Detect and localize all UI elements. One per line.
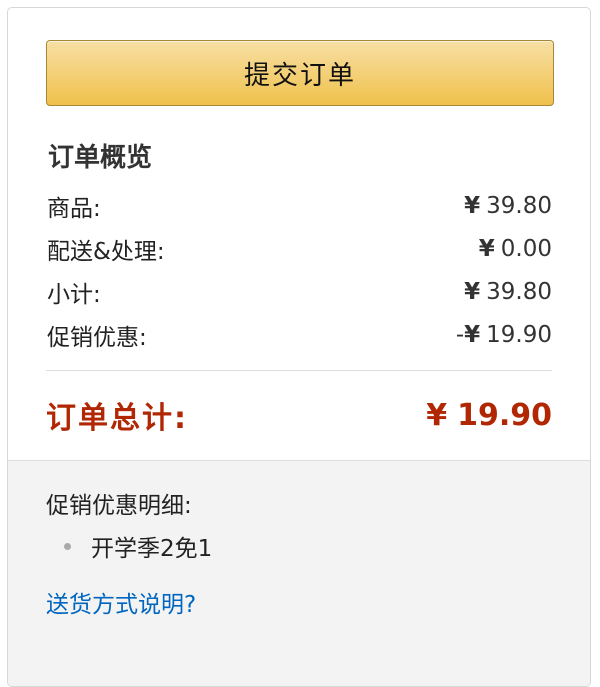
summary-row-value: ¥39.80 (464, 279, 552, 305)
amount: 39.80 (486, 192, 552, 219)
yen-symbol: ¥ (464, 192, 481, 219)
amount: 39.80 (486, 278, 552, 305)
summary-row-promotion: 促销优惠: -¥ 19.90 (46, 313, 552, 356)
order-total-value: ¥19.90 (426, 398, 552, 433)
summary-row-subtotal: 小计: ¥39.80 (46, 270, 552, 313)
promotion-item-label: 开学季2免1 (91, 536, 213, 562)
yen-symbol: ¥ (478, 235, 495, 262)
summary-row-shipping: 配送&处理: ¥0.00 (46, 227, 552, 270)
summary-row-value: ¥0.00 (479, 236, 552, 262)
order-summary-panel: 提交订单 订单概览 商品: ¥39.80 配送&处理: ¥0.00 小计: ¥3… (7, 7, 591, 687)
promotion-item: 开学季2免1 (46, 529, 552, 563)
summary-row-value: ¥39.80 (464, 193, 552, 219)
yen-symbol: ¥ (426, 397, 448, 433)
summary-row-label: 配送&处理: (47, 238, 165, 265)
promotion-details-title: 促销优惠明细: (46, 493, 192, 519)
submit-order-button[interactable]: 提交订单 (46, 40, 554, 106)
yen-symbol: ¥ (464, 278, 481, 305)
amount-sign: - (455, 321, 465, 348)
summary-row-value: -¥ 19.90 (456, 322, 552, 348)
promotion-list: 开学季2免1 (46, 529, 552, 563)
bullet-icon (64, 542, 71, 550)
order-total-row: 订单总计: ¥19.90 (46, 393, 552, 437)
yen-symbol: ¥ (464, 321, 481, 348)
summary-row-items: 商品: ¥39.80 (46, 184, 552, 227)
amount: 19.90 (486, 321, 552, 348)
promotion-details-section: 促销优惠明细: 开学季2免1 送货方式说明? (8, 460, 590, 686)
order-total-amount: 19.90 (457, 397, 552, 433)
summary-row-label: 促销优惠: (47, 324, 147, 351)
amount: 0.00 (500, 235, 552, 262)
summary-row-label: 小计: (47, 281, 101, 308)
summary-divider (46, 370, 552, 371)
shipping-info-link[interactable]: 送货方式说明? (46, 585, 196, 619)
order-summary-title: 订单概览 (48, 143, 153, 173)
summary-rows: 商品: ¥39.80 配送&处理: ¥0.00 小计: ¥39.80 促销优惠:… (46, 184, 552, 356)
summary-row-label: 商品: (47, 195, 101, 222)
order-total-label: 订单总计: (46, 401, 188, 436)
order-summary-section: 提交订单 订单概览 商品: ¥39.80 配送&处理: ¥0.00 小计: ¥3… (8, 8, 590, 460)
